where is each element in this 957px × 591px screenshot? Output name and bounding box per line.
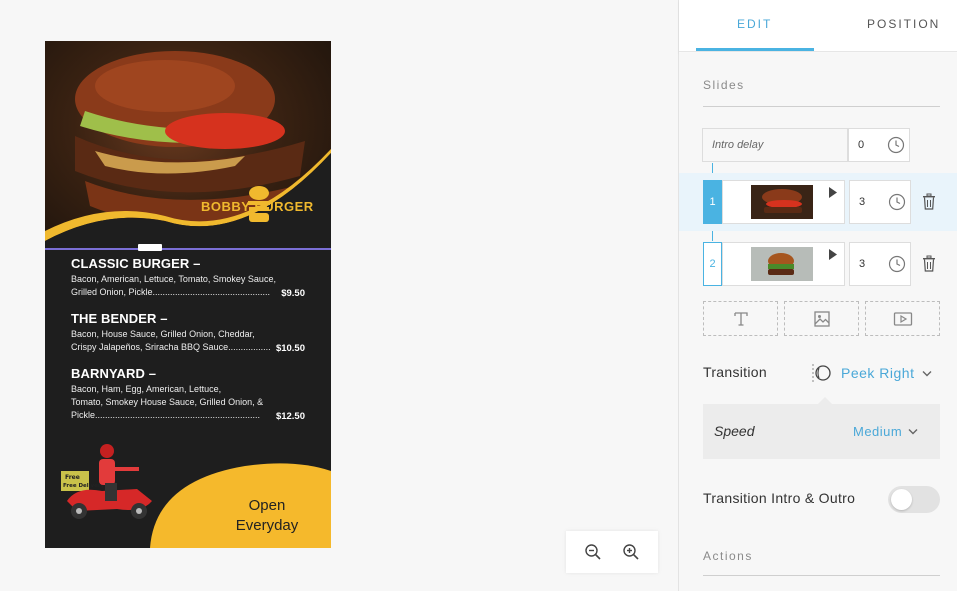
transition-row: Transition Peek Right	[703, 363, 943, 383]
transition-value: Peek Right	[841, 365, 915, 381]
zoom-in-icon[interactable]	[622, 543, 640, 561]
slide-thumbnail[interactable]	[722, 180, 845, 224]
slide-duration-input[interactable]: 3	[849, 180, 911, 224]
slide-row[interactable]: 2 3	[679, 235, 957, 293]
slide-progress-bar	[45, 248, 331, 250]
slide-number[interactable]: 1	[703, 180, 722, 224]
intro-delay-label: Intro delay	[702, 128, 848, 162]
tab-edit[interactable]: EDIT	[737, 17, 772, 31]
transition-effect-icon	[812, 364, 831, 382]
active-tab-indicator	[696, 48, 814, 51]
speed-label: Speed	[714, 423, 755, 439]
transition-label: Transition	[703, 364, 767, 380]
open-everyday-text: Open Everyday	[235, 497, 299, 534]
menu-item-desc: Bacon, Ham, Egg, American, Lettuce, Toma…	[71, 384, 264, 420]
toggle-knob	[891, 489, 912, 510]
speed-panel: Speed Medium	[703, 397, 940, 459]
actions-section-label: Actions	[703, 549, 753, 563]
menu-item-title: THE BENDER –	[71, 311, 168, 326]
play-icon[interactable]	[828, 187, 838, 198]
clock-icon	[888, 193, 906, 211]
slide-preview[interactable]: BOBBY BURGER CLASSIC BURGER – Bacon, Ame…	[45, 41, 331, 548]
trash-icon[interactable]	[922, 193, 936, 210]
hero-illustration	[45, 51, 331, 256]
zoom-out-icon[interactable]	[584, 543, 602, 561]
menu-item-title: CLASSIC BURGER –	[71, 256, 201, 271]
tab-position[interactable]: POSITION	[867, 17, 940, 31]
chevron-down-icon	[922, 370, 932, 376]
image-icon	[813, 310, 830, 327]
slide-progress-handle[interactable]	[138, 244, 162, 251]
menu-item-price: $12.50	[275, 411, 305, 422]
text-icon	[733, 311, 748, 326]
menu-item-price: $9.50	[281, 288, 305, 299]
slide-thumbnail-image	[751, 247, 813, 281]
transition-intro-outro-toggle[interactable]	[888, 486, 940, 513]
add-video-slide-button[interactable]	[865, 301, 940, 336]
speed-dropdown[interactable]: Medium	[853, 424, 918, 439]
menu-item: BARNYARD – Bacon, Ham, Egg, American, Le…	[71, 366, 305, 422]
intro-delay-input[interactable]: 0	[848, 128, 910, 162]
clock-icon	[888, 255, 906, 273]
delivery-scooter-icon: Free Free Delivery!	[61, 444, 152, 519]
divider	[703, 106, 940, 107]
add-image-slide-button[interactable]	[784, 301, 859, 336]
menu-item-title: BARNYARD –	[71, 366, 157, 381]
properties-panel: EDIT POSITION Slides Intro delay 0 1 3 2…	[678, 0, 957, 591]
speed-panel-notch	[818, 397, 832, 404]
menu-item-desc: Bacon, House Sauce, Grilled Onion, Chedd…	[71, 329, 271, 352]
chevron-down-icon	[908, 429, 918, 435]
divider	[703, 575, 940, 576]
add-text-slide-button[interactable]	[703, 301, 778, 336]
menu-item: THE BENDER – Bacon, House Sauce, Grilled…	[71, 311, 305, 354]
slide-duration-input[interactable]: 3	[849, 242, 911, 286]
transition-intro-outro-label: Transition Intro & Outro	[703, 490, 856, 506]
slide-thumbnail-image	[751, 185, 813, 219]
panel-tabs: EDIT POSITION	[679, 0, 957, 52]
zoom-controls	[566, 531, 658, 573]
svg-text:Free Delivery!: Free Delivery!	[63, 483, 107, 489]
menu-item: CLASSIC BURGER – Bacon, American, Lettuc…	[71, 256, 305, 299]
menu-item-desc: Bacon, American, Lettuce, Tomato, Smokey…	[71, 274, 276, 297]
slide-thumbnail[interactable]	[722, 242, 845, 286]
canvas-area: BOBBY BURGER CLASSIC BURGER – Bacon, Ame…	[0, 0, 678, 591]
panel-body: Slides Intro delay 0 1 3 2 3 Transition …	[679, 53, 957, 591]
intro-delay-row: Intro delay 0	[702, 128, 910, 162]
trash-icon[interactable]	[922, 255, 936, 272]
play-icon[interactable]	[828, 249, 838, 260]
menu-item-price: $10.50	[275, 343, 305, 354]
slide-number[interactable]: 2	[703, 242, 722, 286]
svg-text:Free: Free	[65, 474, 80, 481]
slide-row[interactable]: 1 3	[679, 173, 957, 231]
brand-name: BOBBY BURGER	[201, 199, 314, 214]
video-icon	[893, 311, 912, 326]
clock-icon	[887, 136, 905, 154]
speed-value: Medium	[853, 424, 903, 439]
slides-section-label: Slides	[703, 78, 745, 92]
transition-dropdown[interactable]: Peek Right	[811, 363, 932, 383]
